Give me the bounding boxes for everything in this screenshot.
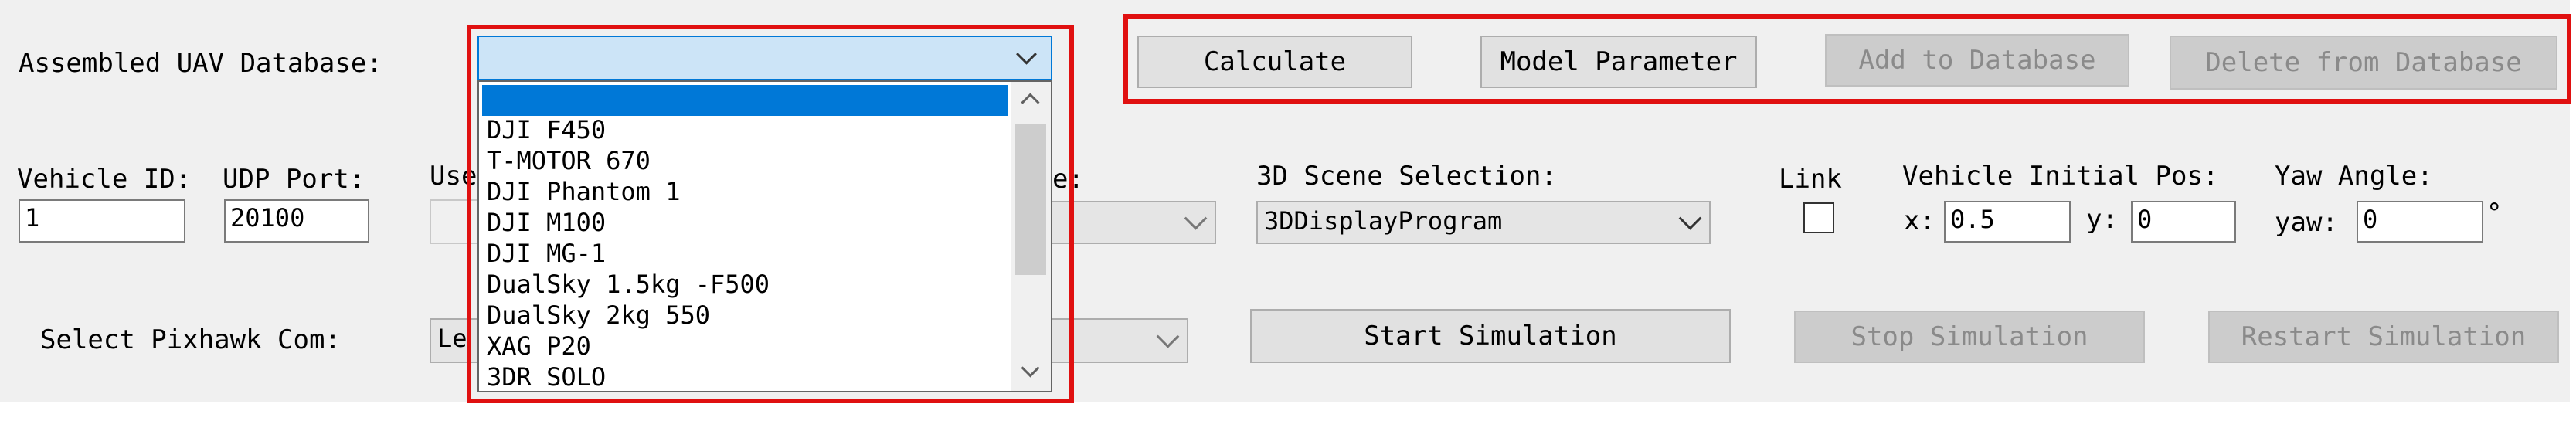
stop-simulation-button[interactable]: Stop Simulation xyxy=(1794,311,2145,363)
yaw-angle-label: Yaw Angle: xyxy=(2275,161,2433,192)
vehicle-id-label: Vehicle ID: xyxy=(17,164,192,195)
initial-pos-y-field[interactable]: 0 xyxy=(2131,201,2236,243)
udp-port-field[interactable]: 20100 xyxy=(224,199,369,243)
scene-selection-combobox[interactable]: 3DDisplayProgram xyxy=(1256,201,1711,244)
initial-pos-label: Vehicle Initial Pos: xyxy=(1902,161,2219,192)
highlight-box-database xyxy=(467,25,1074,403)
scene-selection-label: 3D Scene Selection: xyxy=(1256,161,1557,192)
link-label: Link xyxy=(1779,164,1842,195)
yaw-field-label: yaw: xyxy=(2275,207,2338,238)
link-checkbox[interactable] xyxy=(1803,202,1834,233)
yaw-field[interactable]: 0 xyxy=(2357,201,2483,243)
initial-pos-x-label: x: xyxy=(1904,205,1935,236)
restart-simulation-button[interactable]: Restart Simulation xyxy=(2208,311,2559,363)
chevron-down-icon[interactable] xyxy=(1156,324,1180,348)
yaw-unit: ° xyxy=(2486,198,2503,229)
vehicle-id-field[interactable]: 1 xyxy=(19,199,185,243)
highlight-box-toolbar xyxy=(1123,14,2571,104)
start-simulation-button[interactable]: Start Simulation xyxy=(1250,309,1731,363)
initial-pos-y-label: y: xyxy=(2086,204,2118,235)
initial-pos-x-field[interactable]: 0.5 xyxy=(1944,201,2071,243)
database-label: Assembled UAV Database: xyxy=(19,48,382,79)
chevron-down-icon[interactable] xyxy=(1184,206,1208,230)
pixhawk-com-value: Le xyxy=(437,324,467,353)
chevron-down-icon[interactable] xyxy=(1678,206,1702,230)
scene-selection-value: 3DDisplayProgram xyxy=(1264,206,1503,236)
udp-port-label: UDP Port: xyxy=(223,164,365,195)
pixhawk-com-label: Select Pixhawk Com: xyxy=(40,324,341,355)
